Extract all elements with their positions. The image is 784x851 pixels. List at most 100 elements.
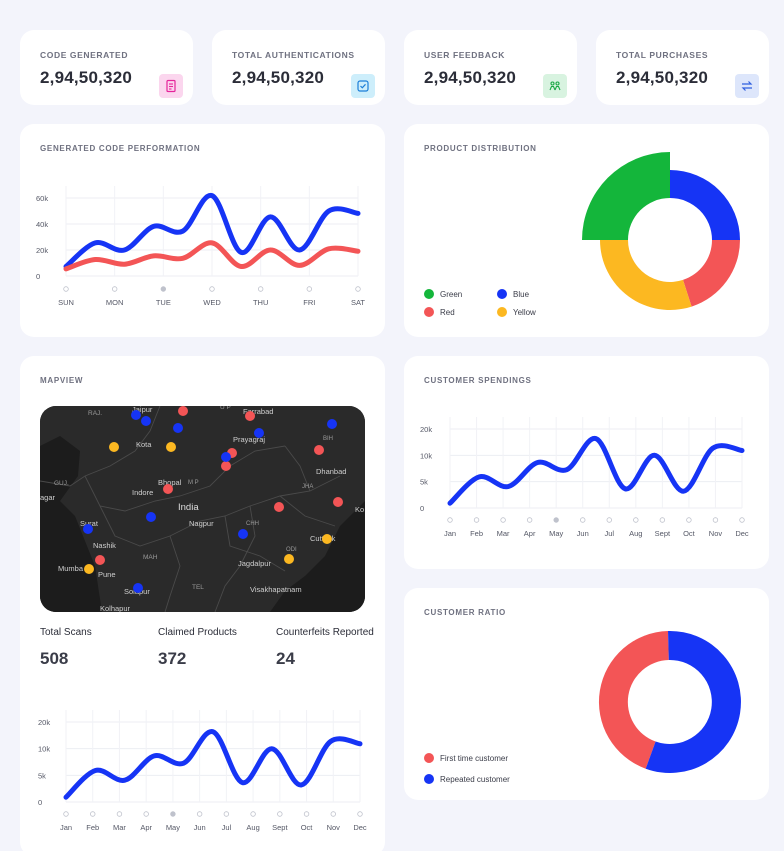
x-tick-label: Aug <box>246 823 259 832</box>
map-place-label: Kota <box>136 440 152 449</box>
x-tick-dot <box>209 286 215 292</box>
x-tick-dot <box>526 517 533 523</box>
x-tick-dot <box>111 286 118 292</box>
kpi-card-code-generated: CODE GENERATED 2,94,50,320 <box>20 30 193 105</box>
donut-slice-red <box>683 240 740 307</box>
map-marker-blue <box>83 524 93 534</box>
x-tick-label: Apr <box>524 529 536 538</box>
map-marker-blue <box>141 416 151 426</box>
x-tick-label: Dec <box>353 823 367 832</box>
performance-line-chart: 60k 40k 20k 0 SUN MON TUE WED THU FRI SAT <box>36 186 365 307</box>
x-tick-dot <box>116 811 123 817</box>
kpi-label: CODE GENERATED <box>40 50 129 60</box>
x-tick-label: Nov <box>709 529 723 538</box>
mapview-card: MAPVIEW Jaipur Farrabad RAJ. U P Kota Prayagr… <box>20 356 385 851</box>
x-tick-label: Jan <box>444 529 456 538</box>
kpi-value: 2,94,50,320 <box>424 68 517 87</box>
x-tick-dot <box>686 517 692 523</box>
map[interactable]: Jaipur Farrabad RAJ. U P Kota Prayagraj BIH Dha… <box>40 406 365 612</box>
distribution-card: PRODUCT DISTRIBUTION Green Blue Red Yell… <box>404 124 769 337</box>
map-place-label: ODI <box>286 547 297 553</box>
ratio-card: CUSTOMER RATIO First time customer Repea… <box>404 588 769 800</box>
map-marker-yellow <box>284 554 294 564</box>
x-tick-dot <box>196 811 203 817</box>
legend-item-yellow: Yellow <box>497 307 536 317</box>
section-title: MAPVIEW <box>40 376 84 385</box>
kpi-card-total-purchases: TOTAL PURCHASES 2,94,50,320 <box>596 30 769 105</box>
x-tick-label: SUN <box>58 298 74 307</box>
x-tick-label: Jun <box>577 529 589 538</box>
map-marker-blue <box>221 452 231 462</box>
map-marker-red <box>333 497 343 507</box>
y-tick-label: 0 <box>420 504 424 513</box>
legend-item-repeated: Repeated customer <box>424 774 510 784</box>
x-tick-dot <box>447 517 453 523</box>
x-tick-dot <box>223 811 230 817</box>
map-place-label: U P <box>220 406 231 411</box>
kpi-label: TOTAL AUTHENTICATIONS <box>232 50 355 60</box>
legend-item-blue: Blue <box>497 289 529 299</box>
stat-value-total-scans: 508 <box>40 649 69 668</box>
stat-value-claimed-products: 372 <box>158 649 187 668</box>
kpi-value: 2,94,50,320 <box>232 68 325 87</box>
x-tick-dot <box>257 286 264 292</box>
x-tick-label: Mar <box>497 529 510 538</box>
map-place-label: TEL <box>192 584 204 591</box>
receipt-icon <box>159 74 183 98</box>
x-tick-label: MON <box>106 298 124 307</box>
map-marker-blue <box>238 529 248 539</box>
ratio-donut-chart <box>598 630 741 773</box>
map-marker-red <box>274 502 284 512</box>
kpi-card-user-feedback: USER FEEDBACK 2,94,50,320 <box>404 30 577 105</box>
distribution-donut-chart <box>582 152 740 311</box>
x-tick-label: May <box>166 823 180 832</box>
series-line-0 <box>447 436 745 506</box>
x-tick-dot <box>306 286 313 292</box>
x-tick-dot <box>712 517 719 523</box>
x-tick-label: Dec <box>735 529 749 538</box>
map-marker-red <box>178 406 188 416</box>
users-icon <box>543 74 567 98</box>
x-tick-dot <box>553 517 559 523</box>
x-tick-dot <box>357 811 363 817</box>
x-tick-label: Oct <box>683 529 696 538</box>
x-tick-dot <box>633 517 639 523</box>
x-tick-dot <box>330 811 336 817</box>
x-tick-dot <box>739 517 745 523</box>
y-tick-label: 0 <box>38 798 42 807</box>
y-tick-label: 10k <box>420 451 432 460</box>
x-tick-dot <box>659 517 666 523</box>
x-tick-dot <box>250 811 256 817</box>
monthly-line-chart: 20k 10k 5k 0 Jan Feb Mar Apr May Jun Jul Aug Sept Oct… <box>38 710 367 832</box>
map-place-label: Visakhapatnam <box>250 585 302 594</box>
map-place-label: Dhanbad <box>316 467 346 476</box>
x-tick-label: Feb <box>86 823 99 832</box>
x-tick-label: Sept <box>655 529 671 538</box>
map-marker-red <box>245 411 255 421</box>
x-tick-dot <box>606 517 612 523</box>
swap-arrows-icon <box>735 74 759 98</box>
map-place-label: Ko <box>355 505 364 514</box>
legend-item-first-time: First time customer <box>424 753 508 763</box>
x-tick-label: Mar <box>113 823 126 832</box>
kpi-label: USER FEEDBACK <box>424 50 506 60</box>
kpi-value: 2,94,50,320 <box>616 68 709 87</box>
x-tick-dot <box>170 811 176 817</box>
map-marker-blue <box>131 410 141 420</box>
map-place-label: Mumba <box>58 564 84 573</box>
map-place-label: Pune <box>98 570 116 579</box>
y-tick-label: 0 <box>36 272 40 281</box>
stat-label-total-scans: Total Scans <box>40 627 92 638</box>
x-tick-dot <box>355 286 361 292</box>
y-tick-label: 10k <box>38 745 50 754</box>
y-tick-label: 5k <box>38 771 46 780</box>
map-canvas: Jaipur FarrabadRAJ.U PKotaPrayagraj BIHDha… <box>40 406 365 612</box>
check-square-icon <box>351 74 375 98</box>
kpi-card-total-authentications: TOTAL AUTHENTICATIONS 2,94,50,320 <box>212 30 385 105</box>
series-line-0 <box>63 729 363 800</box>
map-marker-yellow <box>166 442 176 452</box>
stat-label-claimed-products: Claimed Products <box>158 627 237 638</box>
map-place-label: agar <box>40 493 56 502</box>
x-tick-label: May <box>549 529 563 538</box>
map-place-label: CHH <box>246 521 259 527</box>
